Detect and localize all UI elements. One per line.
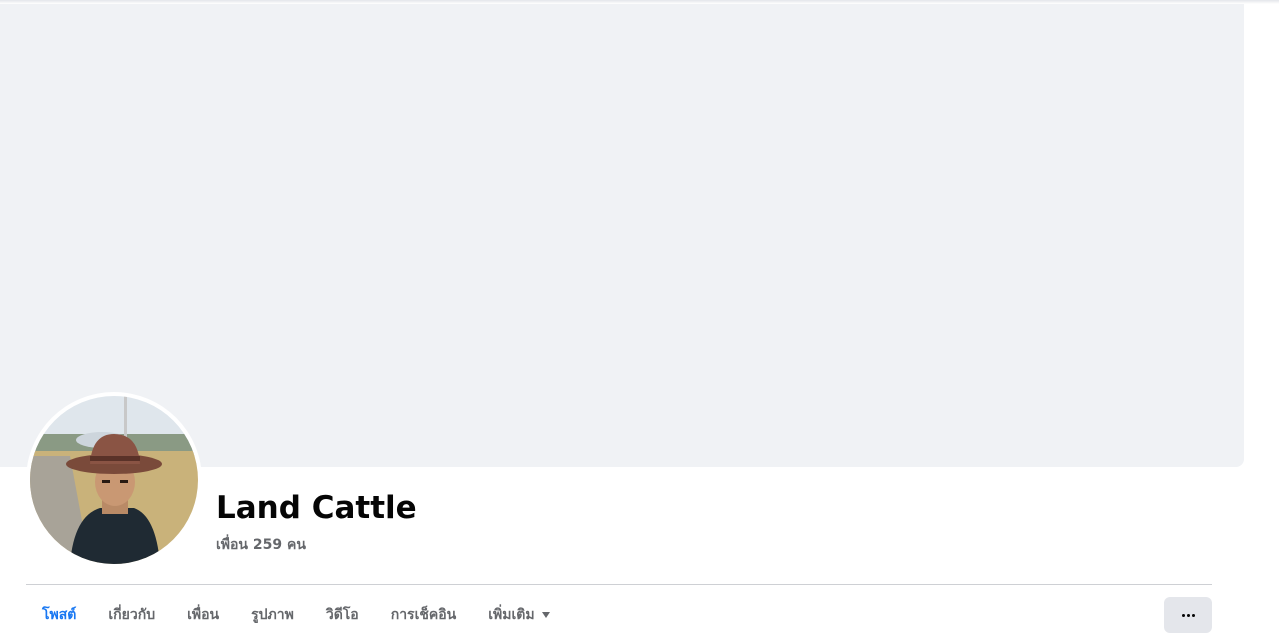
- cover-photo[interactable]: [0, 4, 1244, 467]
- tab-label: รูปภาพ: [251, 607, 294, 623]
- tab-friends[interactable]: เพื่อน: [171, 597, 235, 633]
- profile-name: Land Cattle: [216, 490, 417, 526]
- header-divider: [26, 584, 1212, 585]
- tab-about[interactable]: เกี่ยวกับ: [92, 597, 171, 633]
- tab-more[interactable]: เพิ่มเติม: [472, 597, 565, 633]
- more-options-button[interactable]: [1164, 597, 1212, 633]
- avatar[interactable]: [30, 396, 198, 564]
- tab-label: เพื่อน: [187, 607, 220, 623]
- tab-checkins[interactable]: การเช็คอิน: [375, 597, 473, 633]
- tab-label: วิดีโอ: [325, 607, 359, 623]
- tab-photos[interactable]: รูปภาพ: [235, 597, 310, 633]
- tab-label: เกี่ยวกับ: [108, 607, 156, 623]
- profile-photo-image: [30, 396, 198, 564]
- more-horizontal-icon: [1181, 613, 1195, 617]
- tab-label: โพสต์: [42, 607, 77, 623]
- tab-label: การเช็คอิน: [390, 607, 457, 623]
- friend-count[interactable]: เพื่อน 259 คน: [216, 534, 306, 556]
- caret-down-icon: [541, 612, 550, 618]
- tab-label: เพิ่มเติม: [488, 607, 535, 623]
- tab-posts[interactable]: โพสต์: [26, 597, 92, 633]
- tab-videos[interactable]: วิดีโอ: [310, 597, 375, 633]
- profile-tabs: โพสต์ เกี่ยวกับ เพื่อน รูปภาพ วิดีโอ การ…: [26, 597, 566, 633]
